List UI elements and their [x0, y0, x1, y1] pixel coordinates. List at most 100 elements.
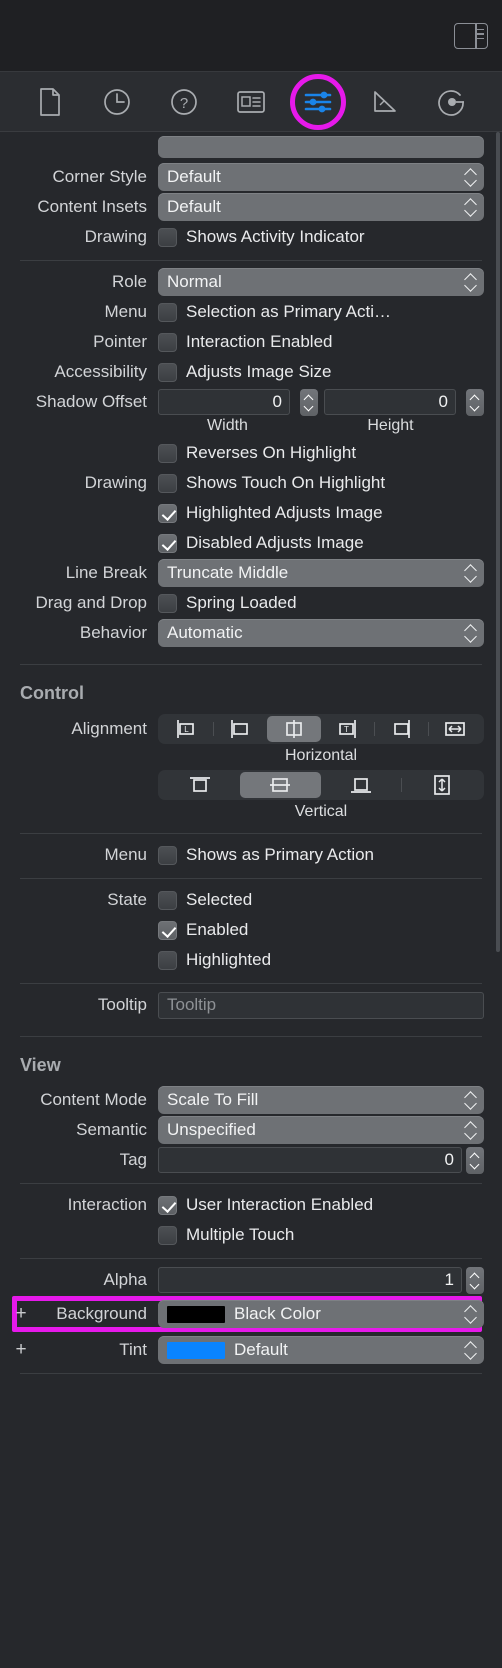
seg-align-fill-horizontal[interactable] [429, 716, 482, 742]
popup-tint-color[interactable]: Default [158, 1336, 484, 1364]
popup-semantic[interactable]: Unspecified [158, 1116, 484, 1144]
checkbox-adjusts-image-size[interactable] [158, 362, 177, 382]
tab-quick-help-inspector[interactable]: ? [164, 82, 204, 122]
label-role: Role [112, 272, 147, 291]
checkbox-highlighted[interactable] [158, 950, 177, 970]
chevron-updown-icon [465, 1121, 476, 1139]
tab-connections-inspector[interactable] [432, 82, 472, 122]
align-center-icon [286, 720, 302, 738]
checkbox-highlighted-adjusts-image[interactable] [158, 503, 177, 523]
row-alignment-vertical [10, 769, 484, 801]
input-alpha-value: 1 [444, 1270, 454, 1289]
tab-history-inspector[interactable] [97, 82, 137, 122]
add-background-variation-button[interactable]: + [10, 1304, 32, 1323]
label-corner-style: Corner Style [52, 167, 147, 186]
label-drawing-2: Drawing [84, 473, 147, 492]
inspector-scroll-area[interactable]: Corner Style Default Content Insets Defa… [0, 132, 502, 1668]
checkbox-reverses-on-highlight[interactable] [158, 443, 177, 463]
popup-role-value: Normal [167, 272, 222, 291]
seg-align-left[interactable] [214, 716, 267, 742]
label-background: Background [56, 1304, 147, 1323]
label-shadow-offset: Shadow Offset [35, 392, 147, 411]
inspector-tabbar: ? [0, 72, 502, 132]
row-interaction-user: Interaction User Interaction Enabled [10, 1190, 484, 1220]
row-state-highlighted: Highlighted [10, 945, 484, 975]
divider [20, 1183, 482, 1184]
stepper-alpha[interactable] [466, 1266, 484, 1294]
align-right-icon [394, 720, 411, 738]
seg-align-middle[interactable] [240, 772, 321, 798]
checkbox-shows-as-primary-action[interactable] [158, 845, 177, 865]
label-interaction: Interaction [67, 1195, 147, 1214]
vertical-scrollbar[interactable] [496, 132, 500, 1668]
input-tag[interactable]: 0 [158, 1147, 462, 1173]
popup-behavior[interactable]: Automatic [158, 619, 484, 647]
panel-toggle-lines [477, 28, 484, 40]
popup-content-mode[interactable]: Scale To Fill [158, 1086, 484, 1114]
popup-line-break[interactable]: Truncate Middle [158, 559, 484, 587]
tab-attributes-inspector[interactable] [290, 73, 347, 130]
checkbox-shows-touch-on-highlight-label: Shows Touch On Highlight [186, 473, 386, 492]
checkbox-user-interaction-enabled[interactable] [158, 1195, 177, 1215]
popup-tint-color-value: Default [234, 1340, 288, 1359]
popup-content-insets[interactable]: Default [158, 193, 484, 221]
seg-align-fill-vertical[interactable] [402, 772, 482, 798]
popup-role[interactable]: Normal [158, 268, 484, 296]
label-alignment: Alignment [71, 719, 147, 738]
label-state: State [107, 890, 147, 909]
input-shadow-offset-width[interactable]: 0 [158, 389, 290, 415]
checkbox-shows-activity-indicator[interactable] [158, 227, 177, 247]
add-tint-variation-button[interactable]: + [10, 1340, 32, 1359]
checkbox-spring-loaded[interactable] [158, 593, 177, 613]
checkbox-shows-touch-on-highlight[interactable] [158, 473, 177, 493]
label-menu: Menu [104, 302, 147, 321]
row-tooltip: Tooltip Tooltip [10, 990, 484, 1020]
inspector-panel-toggle-icon[interactable] [454, 22, 488, 49]
input-tooltip-placeholder: Tooltip [167, 995, 217, 1014]
popup-semantic-value: Unspecified [167, 1120, 256, 1139]
caption-horizontal: Horizontal [284, 747, 358, 764]
seg-align-top[interactable] [160, 772, 240, 798]
tab-size-inspector[interactable] [365, 82, 405, 122]
checkbox-enabled[interactable] [158, 920, 177, 940]
row-background: + Background Black Color [10, 1296, 484, 1332]
stepper-tag[interactable] [466, 1146, 484, 1174]
row-semantic: Semantic Unspecified [10, 1115, 484, 1145]
input-alpha[interactable]: 1 [158, 1267, 462, 1293]
tab-file-inspector[interactable] [30, 82, 70, 122]
checkbox-disabled-adjusts-image[interactable] [158, 533, 177, 553]
shadow-offset-width-value: 0 [272, 392, 282, 411]
scrollbar-thumb[interactable] [496, 132, 500, 952]
stepper-shadow-offset-width[interactable] [300, 388, 318, 416]
tab-identity-inspector[interactable] [231, 82, 271, 122]
checkbox-selected[interactable] [158, 890, 177, 910]
chevron-updown-icon [465, 1341, 476, 1359]
checkbox-multiple-touch[interactable] [158, 1225, 177, 1245]
checkbox-adjusts-image-size-label: Adjusts Image Size [186, 362, 332, 381]
seg-align-leading[interactable]: L [160, 716, 213, 742]
svg-text:?: ? [180, 95, 188, 112]
row-menu-selection: Menu Selection as Primary Acti… [10, 297, 484, 327]
seg-align-trailing[interactable]: T [321, 716, 374, 742]
stepper-shadow-offset-height[interactable] [466, 388, 484, 416]
color-swatch-background [167, 1305, 225, 1323]
seg-align-bottom[interactable] [321, 772, 401, 798]
input-shadow-offset-height[interactable]: 0 [324, 389, 456, 415]
popup-background-color[interactable]: Black Color [158, 1300, 484, 1328]
row-alpha: Alpha 1 [10, 1265, 484, 1295]
row-menu-primary-action: Menu Shows as Primary Action [10, 840, 484, 870]
label-pointer: Pointer [93, 332, 147, 351]
seg-align-right[interactable] [375, 716, 428, 742]
checkbox-selection-as-primary-action-label: Selection as Primary Acti… [186, 302, 392, 321]
seg-align-center[interactable] [267, 716, 321, 742]
label-line-break: Line Break [65, 563, 147, 582]
input-tooltip[interactable]: Tooltip [158, 991, 484, 1019]
popup-corner-style[interactable]: Default [158, 163, 484, 191]
checkbox-highlighted-adjusts-image-label: Highlighted Adjusts Image [186, 503, 383, 522]
checkbox-interaction-enabled[interactable] [158, 332, 177, 352]
row-state-enabled: Enabled [10, 915, 484, 945]
checkbox-selection-as-primary-action[interactable] [158, 302, 177, 322]
clipped-row-top [10, 132, 484, 162]
chevron-updown-icon [465, 564, 476, 582]
divider [20, 1373, 482, 1374]
